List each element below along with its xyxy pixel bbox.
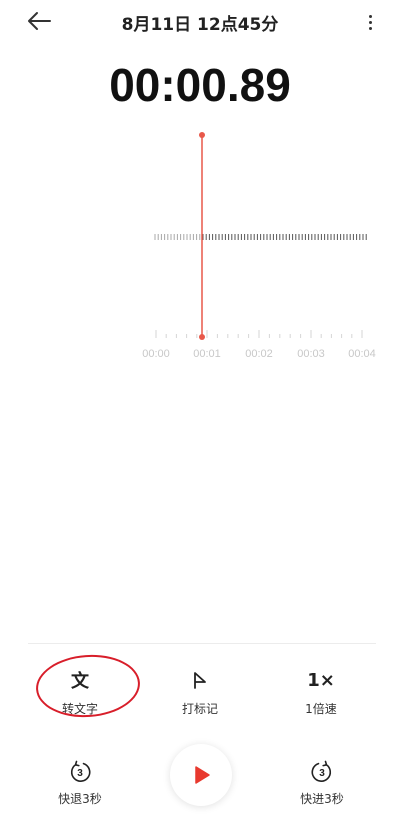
toolbar-divider	[28, 643, 376, 644]
playback-timer: 00:00.89	[109, 59, 291, 111]
add-mark-label: 打标记	[181, 702, 218, 716]
rewind-3s-button[interactable]: 3 快退3秒	[40, 760, 120, 807]
rewind-label: 快退3秒	[58, 792, 102, 806]
rewind-seconds-number: 3	[77, 768, 83, 779]
recording-title: 8月11日 12点45分	[121, 15, 279, 35]
forward-seconds-number: 3	[319, 768, 325, 779]
more-vertical-icon	[368, 14, 372, 18]
timeline-label: 00:03	[297, 348, 325, 360]
playback-speed-label: 1倍速	[305, 702, 337, 716]
waveform-bars	[154, 234, 367, 240]
rewind-icon: 3	[70, 760, 91, 782]
play-button[interactable]	[170, 744, 232, 806]
flag-icon	[194, 672, 206, 689]
waveform-view[interactable]: 00:00 00:01 00:02 00:03 00:04	[0, 120, 400, 380]
more-button[interactable]	[362, 10, 378, 34]
timeline-label: 00:04	[348, 348, 376, 360]
timeline-label: 00:01	[193, 348, 221, 360]
forward-3s-button[interactable]: 3 快进3秒	[282, 760, 362, 807]
playhead-top-dot	[199, 132, 205, 138]
playback-speed-button[interactable]: 1× 1倍速	[276, 668, 366, 717]
fast-forward-icon: 3	[311, 760, 332, 782]
timeline-axis	[155, 330, 363, 338]
add-mark-button[interactable]: 打标记	[155, 668, 245, 717]
timeline-label: 00:00	[142, 348, 170, 360]
playhead-bottom-dot	[199, 334, 205, 340]
timeline-label: 00:02	[245, 348, 273, 360]
forward-label: 快进3秒	[300, 792, 344, 806]
speed-icon: 1×	[307, 669, 335, 691]
top-bar: 8月11日 12点45分	[0, 0, 400, 44]
play-icon	[195, 766, 210, 784]
